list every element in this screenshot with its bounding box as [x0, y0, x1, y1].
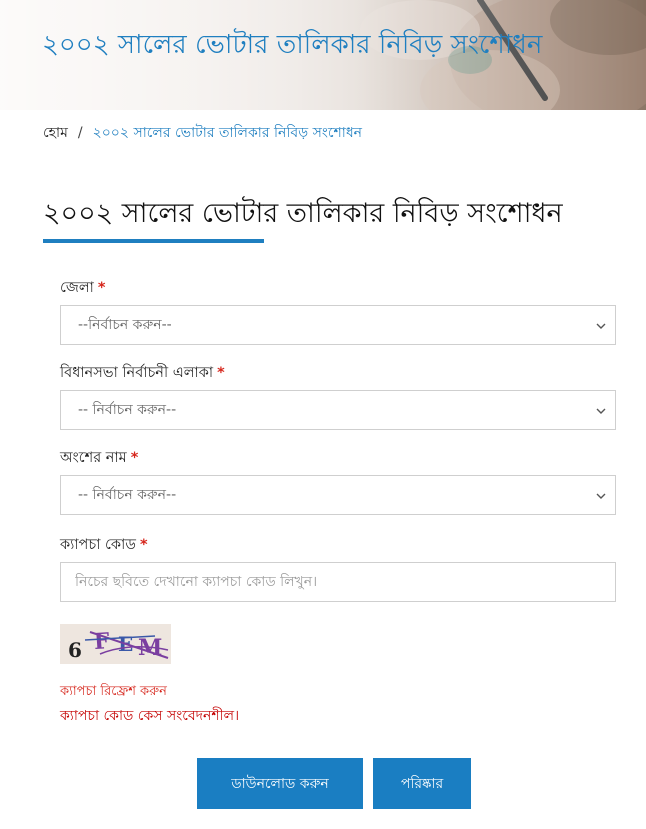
title-underline: [43, 239, 264, 243]
chevron-down-icon: [596, 408, 606, 414]
district-label: জেলা *: [60, 277, 105, 301]
chevron-down-icon: [596, 323, 606, 329]
district-select-value: --নির্বাচন করুন--: [78, 317, 172, 333]
chevron-down-icon: [596, 493, 606, 499]
svg-text:6: 6: [68, 638, 82, 662]
header-banner: ২০০২ সালের ভোটার তালিকার নিবিড় সংশোধন: [0, 0, 646, 110]
required-marker: *: [217, 365, 225, 381]
captcha-case-note: ক্যাপচা কোড কেস সংবেদনশীল।: [60, 708, 240, 724]
required-marker: *: [139, 537, 148, 553]
district-label-text: জেলা: [60, 280, 94, 296]
captcha-input[interactable]: [60, 562, 616, 602]
part-select-value: -- নির্বাচন করুন--: [78, 487, 177, 503]
part-label-text: অংশের নাম: [60, 450, 127, 466]
breadcrumb-current: ২০০২ সালের ভোটার তালিকার নিবিড় সংশোধন: [92, 125, 363, 141]
download-button[interactable]: ডাউনলোড করুন: [197, 758, 363, 809]
banner-title: ২০০২ সালের ভোটার তালিকার নিবিড় সংশোধন: [42, 30, 543, 60]
assembly-select-value: -- নির্বাচন করুন--: [78, 402, 177, 418]
part-select[interactable]: -- নির্বাচন করুন--: [60, 475, 616, 515]
captcha-refresh-link[interactable]: ক্যাপচা রিফ্রেশ করুন: [60, 682, 167, 703]
captcha-label: ক্যাপচা কোড *: [60, 534, 148, 558]
district-select[interactable]: --নির্বাচন করুন--: [60, 305, 616, 345]
required-marker: *: [97, 280, 106, 296]
assembly-label-text: বিধানসভা নির্বাচনী এলাকা: [60, 365, 214, 381]
page-title: ২০০২ সালের ভোটার তালিকার নিবিড় সংশোধন: [43, 198, 563, 229]
captcha-label-text: ক্যাপচা কোড: [60, 537, 136, 553]
captcha-image: 6 F E M: [60, 624, 171, 664]
required-marker: *: [130, 450, 139, 466]
part-label: অংশের নাম *: [60, 447, 138, 471]
clear-button[interactable]: পরিষ্কার: [373, 758, 471, 809]
breadcrumb-separator: /: [77, 125, 83, 141]
breadcrumb-home-link[interactable]: হোম: [43, 125, 68, 141]
assembly-select[interactable]: -- নির্বাচন করুন--: [60, 390, 616, 430]
assembly-label: বিধানসভা নির্বাচনী এলাকা *: [60, 362, 225, 386]
breadcrumb: হোম / ২০০২ সালের ভোটার তালিকার নিবিড় সংশো…: [43, 121, 362, 145]
